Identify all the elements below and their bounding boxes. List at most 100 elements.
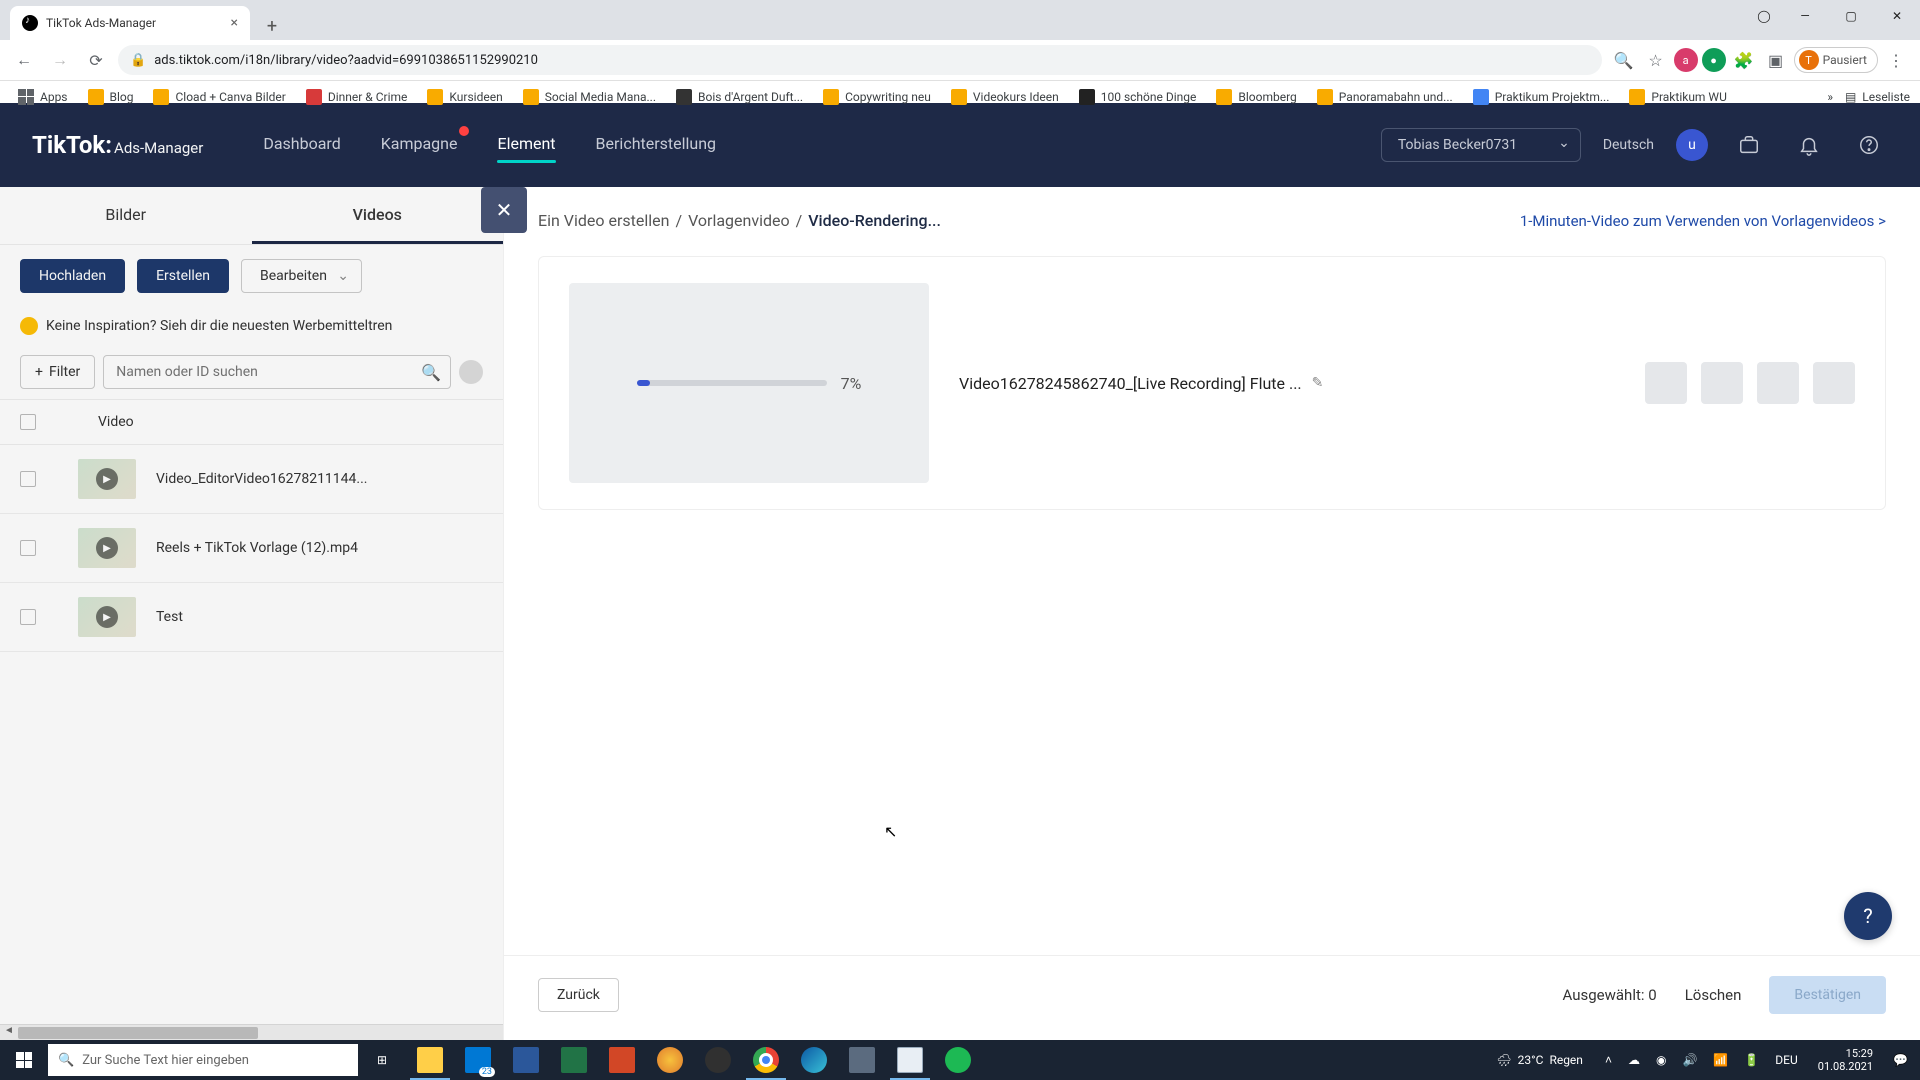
taskbar-explorer[interactable] bbox=[406, 1040, 454, 1080]
sync-off-icon[interactable]: ◯ bbox=[1746, 0, 1782, 32]
language-selector[interactable]: Deutsch bbox=[1603, 137, 1654, 153]
row-checkbox[interactable] bbox=[20, 540, 36, 556]
taskbar-spotify[interactable] bbox=[934, 1040, 982, 1080]
back-button[interactable]: Zurück bbox=[538, 978, 619, 1012]
extension-icon[interactable]: a bbox=[1674, 48, 1698, 72]
bookmark-item[interactable]: Bloomberg bbox=[1208, 85, 1304, 109]
tab-close-icon[interactable]: × bbox=[231, 15, 238, 31]
maximize-button[interactable]: ▢ bbox=[1828, 0, 1874, 32]
send-tab-icon[interactable]: ▣ bbox=[1762, 46, 1790, 74]
bookmark-item[interactable]: Praktikum WU bbox=[1621, 85, 1734, 109]
forward-button[interactable]: → bbox=[46, 46, 74, 74]
nav-dashboard[interactable]: Dashboard bbox=[263, 134, 340, 157]
bookmark-item[interactable]: Kursideen bbox=[419, 85, 510, 109]
table-row[interactable]: Video_EditorVideo16278211144... bbox=[0, 445, 503, 514]
bookmark-item[interactable]: Copywriting neu bbox=[815, 85, 939, 109]
confirm-button[interactable]: Bestätigen bbox=[1769, 976, 1886, 1014]
extensions-puzzle-icon[interactable]: 🧩 bbox=[1730, 46, 1758, 74]
volume-icon[interactable]: 🔊 bbox=[1678, 1053, 1701, 1067]
taskbar-powerpoint[interactable] bbox=[598, 1040, 646, 1080]
help-fab-button[interactable]: ? bbox=[1844, 892, 1892, 940]
tab-bilder[interactable]: Bilder bbox=[0, 187, 252, 244]
zoom-icon[interactable]: 🔍 bbox=[1610, 46, 1638, 74]
row-checkbox[interactable] bbox=[20, 609, 36, 625]
task-view-button[interactable]: ⊞ bbox=[358, 1040, 406, 1080]
user-avatar[interactable]: u bbox=[1676, 129, 1708, 161]
bell-icon[interactable] bbox=[1790, 126, 1828, 164]
apps-button[interactable]: Apps bbox=[10, 85, 76, 109]
profile-paused-pill[interactable]: T Pausiert bbox=[1794, 47, 1878, 73]
breadcrumb-step[interactable]: Vorlagenvideo bbox=[688, 211, 790, 230]
bookmark-item[interactable]: Dinner & Crime bbox=[298, 85, 416, 109]
location-icon[interactable]: ◉ bbox=[1652, 1053, 1670, 1067]
reading-list-button[interactable]: ▤ Leseliste bbox=[1845, 90, 1910, 104]
tutorial-link[interactable]: 1-Minuten-Video zum Verwenden von Vorlag… bbox=[1520, 212, 1886, 230]
hochladen-button[interactable]: Hochladen bbox=[20, 259, 125, 293]
bookmark-item[interactable]: Cload + Canva Bilder bbox=[145, 85, 293, 109]
window-close-button[interactable]: ✕ bbox=[1874, 0, 1920, 32]
breadcrumb-step[interactable]: Ein Video erstellen bbox=[538, 211, 669, 230]
reload-button[interactable]: ⟳ bbox=[82, 46, 110, 74]
close-panel-button[interactable]: ✕ bbox=[481, 187, 527, 233]
video-thumbnail[interactable] bbox=[78, 597, 136, 637]
onedrive-icon[interactable]: ☁ bbox=[1624, 1053, 1644, 1067]
taskbar-search[interactable]: 🔍 Zur Suche Text hier eingeben bbox=[48, 1044, 358, 1076]
bearbeiten-dropdown[interactable]: Bearbeiten bbox=[241, 259, 362, 293]
battery-icon[interactable]: 🔋 bbox=[1740, 1053, 1763, 1067]
browser-tab[interactable]: TikTok Ads-Manager × bbox=[10, 6, 250, 40]
taskbar-edge[interactable] bbox=[790, 1040, 838, 1080]
tray-chevron-icon[interactable]: ˄ bbox=[1601, 1053, 1616, 1067]
minimize-button[interactable]: ― bbox=[1782, 0, 1828, 32]
tiktok-ads-logo[interactable]: TikTok: Ads-Manager bbox=[32, 131, 203, 159]
extension-icon[interactable]: ● bbox=[1702, 48, 1726, 72]
taskbar-mail[interactable]: 23 bbox=[454, 1040, 502, 1080]
bookmark-item[interactable]: Blog bbox=[80, 85, 142, 109]
chrome-menu-icon[interactable]: ⋮ bbox=[1882, 46, 1910, 74]
start-button[interactable] bbox=[0, 1040, 48, 1080]
action-center-icon[interactable]: 💬 bbox=[1889, 1053, 1912, 1067]
wifi-icon[interactable]: 📶 bbox=[1709, 1053, 1732, 1067]
help-icon[interactable] bbox=[1850, 126, 1888, 164]
taskbar-app[interactable] bbox=[646, 1040, 694, 1080]
nav-element[interactable]: Element bbox=[497, 134, 555, 157]
edit-pencil-icon[interactable]: ✎ bbox=[1312, 375, 1324, 391]
bookmarks-overflow[interactable]: » bbox=[1819, 86, 1841, 108]
table-row[interactable]: Reels + TikTok Vorlage (12).mp4 bbox=[0, 514, 503, 583]
bookmark-item[interactable]: Panoramabahn und... bbox=[1309, 85, 1461, 109]
taskbar-app[interactable] bbox=[838, 1040, 886, 1080]
tab-videos[interactable]: Videos bbox=[252, 187, 504, 244]
video-thumbnail[interactable] bbox=[78, 459, 136, 499]
search-input[interactable] bbox=[103, 355, 451, 389]
taskbar-clock[interactable]: 15:29 01.08.2021 bbox=[1810, 1047, 1881, 1073]
bookmark-item[interactable]: Social Media Mana... bbox=[515, 85, 664, 109]
filter-button[interactable]: + Filter bbox=[20, 355, 95, 389]
bookmark-item[interactable]: Bois d'Argent Duft... bbox=[668, 85, 811, 109]
bookmark-star-icon[interactable]: ☆ bbox=[1642, 46, 1670, 74]
keyboard-lang[interactable]: DEU bbox=[1771, 1053, 1801, 1067]
delete-link[interactable]: Löschen bbox=[1685, 986, 1742, 1004]
nav-kampagne[interactable]: Kampagne bbox=[381, 134, 458, 157]
taskbar-notepad[interactable] bbox=[886, 1040, 934, 1080]
bookmark-item[interactable]: 100 schöne Dinge bbox=[1071, 85, 1205, 109]
taskbar-obs[interactable] bbox=[694, 1040, 742, 1080]
horizontal-scrollbar[interactable] bbox=[0, 1024, 503, 1040]
new-tab-button[interactable]: + bbox=[258, 12, 286, 40]
select-all-checkbox[interactable] bbox=[20, 414, 36, 430]
address-bar[interactable]: 🔒 ads.tiktok.com/i18n/library/video?aadv… bbox=[118, 45, 1602, 75]
briefcase-icon[interactable] bbox=[1730, 126, 1768, 164]
taskbar-chrome[interactable] bbox=[742, 1040, 790, 1080]
weather-widget[interactable]: 🌧 23°C Regen bbox=[1496, 1053, 1583, 1067]
app-icon bbox=[657, 1047, 683, 1073]
nav-bericht[interactable]: Berichterstellung bbox=[596, 134, 717, 157]
settings-circle-button[interactable] bbox=[459, 360, 483, 384]
row-checkbox[interactable] bbox=[20, 471, 36, 487]
back-button[interactable]: ← bbox=[10, 46, 38, 74]
account-dropdown[interactable]: Tobias Becker0731 bbox=[1381, 128, 1581, 162]
table-row[interactable]: Test bbox=[0, 583, 503, 652]
bookmark-item[interactable]: Videokurs Ideen bbox=[943, 85, 1067, 109]
erstellen-button[interactable]: Erstellen bbox=[137, 259, 229, 293]
video-thumbnail[interactable] bbox=[78, 528, 136, 568]
bookmark-item[interactable]: Praktikum Projektm... bbox=[1465, 85, 1618, 109]
taskbar-excel[interactable] bbox=[550, 1040, 598, 1080]
taskbar-word[interactable] bbox=[502, 1040, 550, 1080]
